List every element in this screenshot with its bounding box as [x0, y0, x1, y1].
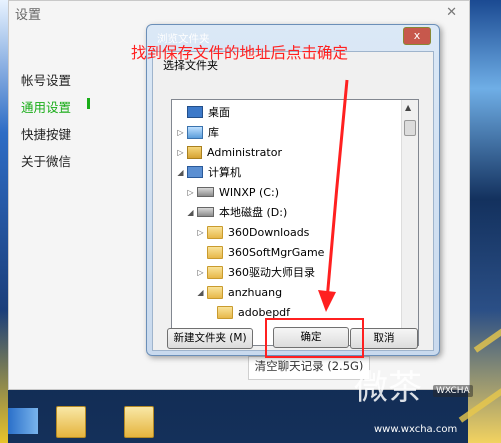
watermark-url: www.wxcha.com	[374, 424, 458, 435]
taskbar-folder-icon[interactable]	[56, 406, 86, 438]
annotation-arrow	[318, 79, 349, 312]
watermark-logo: 微茶	[354, 368, 422, 408]
taskbar-app-icon[interactable]	[8, 408, 38, 434]
taskbar-folder-icon[interactable]	[124, 406, 154, 438]
watermark-badge: WXCHA	[433, 385, 473, 397]
